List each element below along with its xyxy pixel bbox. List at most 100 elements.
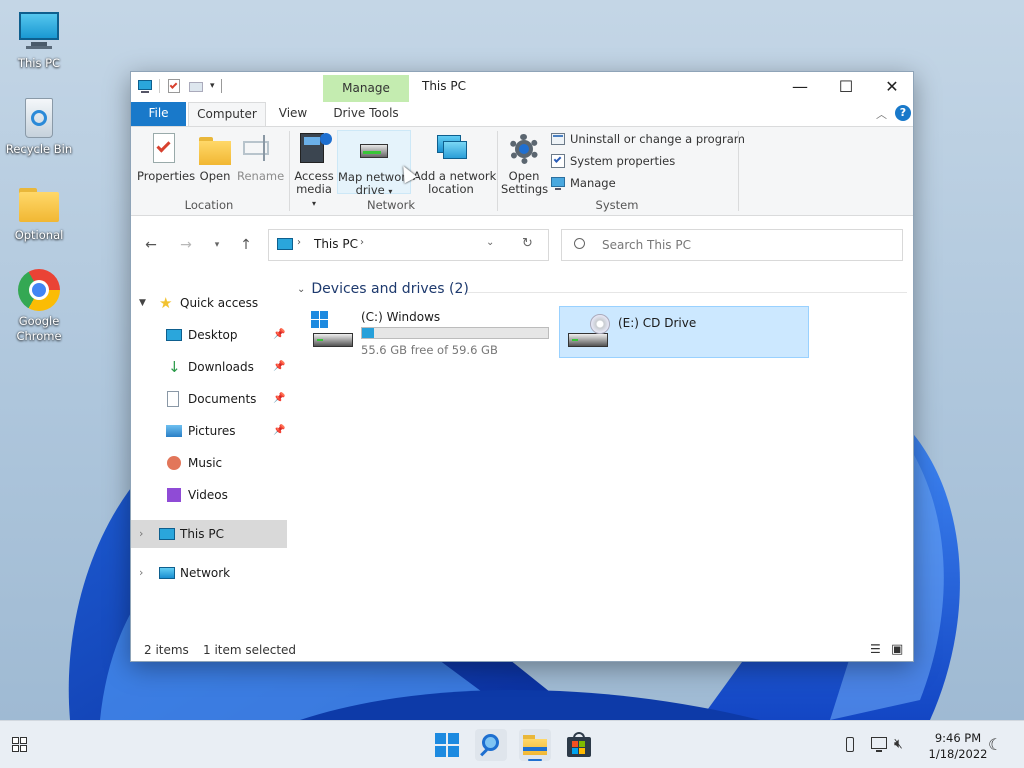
navigation-pane: ▼ ★ Quick access Desktop 📌 ↓ Downloads 📌… (131, 282, 287, 622)
maximize-button[interactable]: ☐ (823, 72, 869, 102)
chevron-down-icon[interactable]: ▼ (139, 290, 146, 316)
ribbon-tabs: File Computer View Drive Tools ︿ ? (131, 102, 913, 126)
nav-item-downloads[interactable]: ↓ Downloads 📌 (131, 354, 287, 380)
folder-icon (17, 182, 61, 226)
tab-computer[interactable]: Computer (188, 102, 266, 126)
chevron-right-icon[interactable]: › (139, 520, 143, 548)
add-network-location-button[interactable]: Add a network location (413, 131, 496, 196)
nav-item-pictures[interactable]: Pictures 📌 (131, 418, 287, 444)
desktop-icon-label: Google Chrome (16, 314, 62, 343)
microsoft-store-icon[interactable] (563, 729, 595, 761)
search-icon (574, 238, 585, 249)
drive-usage-fill (362, 328, 375, 338)
group-title: Devices and drives (2) (311, 281, 469, 297)
taskbar-clock[interactable]: 9:46 PM 1/18/2022 (920, 730, 996, 762)
up-arrow-icon[interactable]: ↑ (236, 235, 256, 255)
nav-item-videos[interactable]: Videos (131, 482, 287, 508)
nav-item-documents[interactable]: Documents 📌 (131, 386, 287, 412)
minimize-button[interactable]: — (777, 72, 823, 102)
map-network-drive-button[interactable]: Map network drive ▾ (337, 130, 411, 197)
back-arrow-icon[interactable]: ← (141, 235, 161, 255)
qat-customize-icon[interactable]: ▾ (210, 81, 215, 91)
desktop-icon-label: This PC (17, 56, 61, 70)
nav-quick-access[interactable]: ▼ ★ Quick access (131, 290, 287, 316)
rename-button[interactable]: Rename (237, 131, 284, 183)
group-label-location: Location (184, 198, 234, 212)
group-label-network: Network (366, 198, 416, 212)
network-status-icon[interactable] (870, 735, 890, 755)
tab-view[interactable]: View (271, 102, 315, 126)
pin-icon: 📌 (273, 329, 286, 340)
help-icon[interactable]: ? (895, 105, 911, 121)
breadcrumb-separator-icon[interactable]: › (297, 237, 301, 248)
tab-file[interactable]: File (131, 102, 186, 126)
nav-label: Downloads (188, 360, 254, 374)
new-folder-qat-icon[interactable] (188, 78, 204, 94)
recent-locations-chevron-icon[interactable]: ▾ (207, 235, 227, 255)
pictures-icon (166, 425, 182, 437)
tab-drive-tools[interactable]: Drive Tools (323, 102, 409, 126)
desktop-icon-optional-folder[interactable]: Optional (0, 182, 78, 243)
nav-item-this-pc[interactable]: › This PC (131, 520, 287, 548)
address-row: ← → ▾ ↑ › This PC › ⌄ ↻ Search This PC (131, 227, 913, 263)
breadcrumb-this-pc[interactable]: This PC (314, 237, 358, 251)
documents-icon (167, 391, 179, 407)
start-button-icon[interactable] (431, 729, 463, 761)
ribbon-button-label: drive (355, 183, 385, 197)
properties-button[interactable]: Properties (137, 131, 195, 183)
ribbon: Properties Open Rename Location Access m… (131, 126, 913, 216)
open-button[interactable]: Open (195, 131, 235, 183)
close-button[interactable]: ✕ (869, 72, 915, 102)
clock-time: 9:46 PM (934, 731, 982, 745)
notification-moon-icon[interactable]: ☾ (988, 735, 1008, 755)
address-dropdown-icon[interactable]: ⌄ (486, 237, 494, 248)
address-bar[interactable]: › This PC › ⌄ ↻ (268, 229, 549, 261)
refresh-icon[interactable]: ↻ (522, 236, 533, 251)
properties-qat-icon[interactable] (166, 78, 182, 94)
nav-label: Network (180, 566, 231, 580)
usb-device-icon[interactable] (842, 735, 858, 755)
search-placeholder: Search This PC (602, 238, 691, 252)
chevron-right-icon[interactable]: › (139, 560, 143, 586)
forward-arrow-icon[interactable]: → (176, 235, 196, 255)
ribbon-button-label: Open (199, 169, 231, 183)
volume-muted-icon[interactable]: 🔇︎ (894, 734, 916, 754)
group-divider (289, 131, 290, 211)
qat-divider (220, 79, 222, 93)
details-view-icon[interactable]: ☰ (870, 642, 881, 656)
desktop-icon-label: Optional (14, 228, 64, 242)
search-box[interactable]: Search This PC (561, 229, 903, 261)
drive-e-cd[interactable]: (E:) CD Drive (559, 306, 809, 358)
desktop-icon-this-pc[interactable]: This PC (0, 10, 78, 71)
status-selection-count: 1 item selected (203, 643, 297, 657)
star-icon: ★ (159, 294, 173, 312)
nav-label: This PC (180, 527, 224, 541)
chevron-down-icon[interactable]: ⌄ (297, 284, 305, 295)
nav-item-network[interactable]: › Network (131, 560, 287, 586)
breadcrumb-separator-icon[interactable]: › (360, 237, 364, 248)
start-windows10-icon[interactable] (6, 731, 34, 759)
minimize-ribbon-icon[interactable]: ︿ (876, 106, 887, 122)
manage-button[interactable]: Manage (551, 176, 616, 190)
file-explorer-window: ▾ Manage This PC — ☐ ✕ File Computer Vie… (130, 71, 914, 662)
rename-icon (241, 131, 277, 167)
nav-item-desktop[interactable]: Desktop 📌 (131, 322, 287, 348)
drive-c[interactable]: (C:) Windows 55.6 GB free of 59.6 GB (303, 307, 553, 359)
group-divider (497, 131, 498, 211)
file-explorer-taskbar-icon[interactable] (519, 729, 551, 761)
title-bar[interactable]: ▾ Manage This PC — ☐ ✕ (131, 72, 913, 102)
desktop-icon-google-chrome[interactable]: Google Chrome (0, 268, 78, 344)
system-properties-button[interactable]: System properties (551, 154, 675, 168)
ribbon-button-label: Settings (501, 182, 549, 196)
access-media-icon (296, 131, 332, 167)
open-settings-button[interactable]: Open Settings (501, 131, 549, 196)
gear-icon (506, 131, 542, 167)
large-icons-view-icon[interactable]: ▣ (891, 642, 903, 657)
nav-label: Desktop (188, 328, 238, 342)
search-taskbar-icon[interactable] (475, 729, 507, 761)
nav-item-music[interactable]: Music (131, 450, 287, 476)
group-header-devices[interactable]: ⌄ Devices and drives (2) (297, 281, 469, 297)
uninstall-program-button[interactable]: Uninstall or change a program (551, 132, 745, 146)
desktop-icon-recycle-bin[interactable]: Recycle Bin (0, 96, 78, 157)
pin-icon: 📌 (273, 361, 286, 372)
